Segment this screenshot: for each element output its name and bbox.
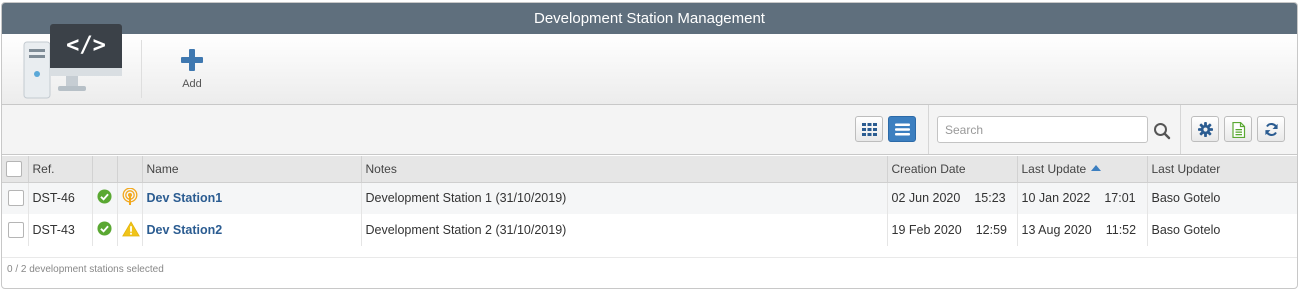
column-header-ref[interactable]: Ref.	[27, 156, 92, 183]
ribbon: </> Add	[2, 24, 1297, 105]
last-update-date: 10 Jan 2022	[1021, 191, 1091, 206]
creation-date-cell: 19 Feb 2020 12:59	[886, 214, 1017, 246]
toolbar-divider	[1180, 105, 1181, 154]
search-icon[interactable]	[1153, 122, 1171, 140]
footer-divider	[2, 257, 1297, 258]
last-update-time: 11:52	[1105, 223, 1137, 237]
creation-date: 19 Feb 2020	[891, 223, 962, 237]
broadcast-icon	[122, 187, 137, 205]
last-updater-cell: Baso Gotelo	[1146, 182, 1297, 214]
last-update-date: 13 Aug 2020	[1021, 223, 1092, 237]
toolbar-divider	[928, 105, 929, 154]
creation-time: 12:59	[975, 223, 1007, 237]
grid-view-button[interactable]	[855, 116, 883, 142]
column-header-last-updater[interactable]: Last Updater	[1146, 156, 1297, 183]
column-header-last-update[interactable]: Last Update	[1016, 156, 1147, 183]
warning-icon	[121, 220, 140, 236]
station-name-link[interactable]: Dev Station1	[147, 191, 223, 205]
check-circle-icon	[96, 221, 112, 236]
app-window: Development Station Management </> Add S…	[1, 2, 1298, 289]
list-view-button[interactable]	[888, 116, 916, 142]
window-title: Development Station Management	[2, 3, 1297, 34]
search-input[interactable]	[937, 116, 1148, 143]
row-checkbox[interactable]	[8, 222, 24, 238]
name-cell: Dev Station1	[141, 182, 361, 214]
plus-icon	[181, 49, 203, 71]
column-header-notes[interactable]: Notes	[360, 156, 887, 183]
table-row[interactable]: DST-43 Dev Station2 Development Station	[2, 214, 1297, 246]
notes-cell: Development Station 1 (31/10/2019)	[360, 182, 887, 214]
select-all-checkbox[interactable]	[6, 160, 22, 177]
last-update-cell: 10 Jan 2022 17:01	[1016, 182, 1147, 214]
last-update-cell: 13 Aug 2020 11:52	[1016, 214, 1147, 246]
creation-date-cell: 02 Jun 2020 15:23	[886, 182, 1017, 214]
row-select-cell	[2, 214, 28, 246]
alert-cell	[116, 182, 142, 214]
grid-icon	[862, 123, 877, 136]
column-header-status	[91, 156, 117, 183]
ribbon-divider	[141, 40, 142, 98]
dev-station-logo-icon: </>	[23, 24, 122, 99]
add-button[interactable]: Add	[170, 46, 214, 94]
last-update-time: 17:01	[1104, 191, 1136, 206]
creation-date: 02 Jun 2020	[891, 191, 961, 206]
row-select-cell	[2, 182, 28, 214]
select-all-header	[2, 156, 28, 183]
column-header-creation-date[interactable]: Creation Date	[886, 156, 1017, 183]
notes-cell: Development Station 2 (31/10/2019)	[360, 214, 887, 246]
column-header-alert	[116, 156, 142, 183]
stations-table: Ref. Name Notes Creation Date Last Updat…	[2, 156, 1297, 246]
settings-button[interactable]	[1191, 116, 1219, 142]
sort-ascending-icon	[1091, 164, 1102, 171]
name-cell: Dev Station2	[141, 214, 361, 246]
table-row[interactable]: DST-46 Dev Station1 Development Station …	[2, 182, 1297, 214]
list-icon	[895, 123, 910, 136]
creation-time: 15:23	[974, 191, 1006, 206]
refresh-button[interactable]	[1257, 116, 1285, 142]
alert-cell	[116, 214, 142, 246]
last-updater-cell: Baso Gotelo	[1146, 214, 1297, 246]
refresh-icon	[1265, 123, 1278, 136]
list-toolbar	[2, 105, 1297, 155]
ref-cell: DST-46	[27, 182, 92, 214]
check-circle-icon	[96, 189, 112, 204]
column-header-last-update-label: Last Update	[1021, 161, 1087, 176]
ref-cell: DST-43	[27, 214, 92, 246]
add-button-label: Add	[182, 78, 202, 90]
svg-text:</>: </>	[66, 33, 106, 58]
column-header-name[interactable]: Name	[141, 156, 361, 183]
status-cell	[91, 214, 117, 246]
row-checkbox[interactable]	[8, 190, 24, 207]
station-name-link[interactable]: Dev Station2	[147, 223, 223, 237]
status-cell	[91, 182, 117, 214]
spreadsheet-export-icon	[1232, 122, 1246, 138]
table-header-row: Ref. Name Notes Creation Date Last Updat…	[2, 156, 1297, 183]
gear-icon	[1198, 122, 1213, 137]
selection-status: 0 / 2 development stations selected	[7, 264, 164, 275]
export-button[interactable]	[1224, 116, 1252, 142]
